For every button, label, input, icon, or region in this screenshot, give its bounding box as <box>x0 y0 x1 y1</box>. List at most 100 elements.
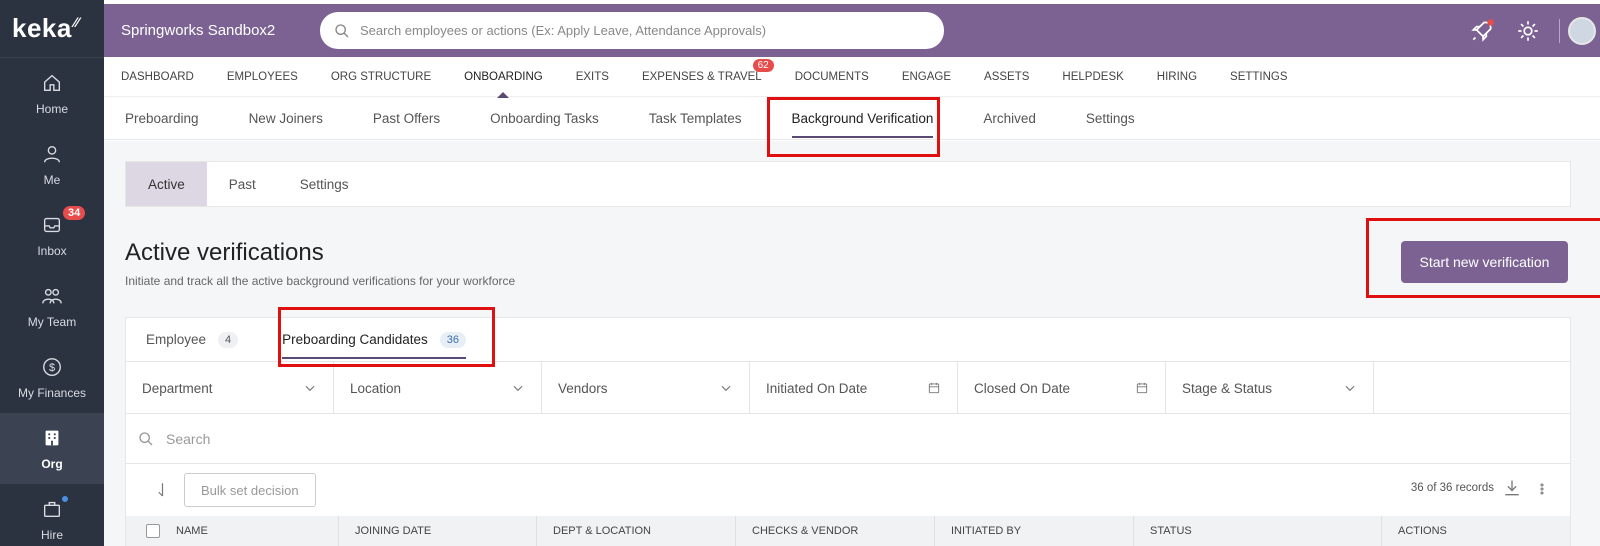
nav-hiring[interactable]: HIRING <box>1157 57 1197 97</box>
column-header-checks-vendor[interactable]: CHECKS & VENDOR <box>736 516 935 546</box>
nav-engage[interactable]: ENGAGE <box>902 57 951 97</box>
sidebar: keka ⁄⁄ Home Me 34 Inbox My Team $ My Fin… <box>0 0 104 546</box>
tab-label: Employee <box>146 332 207 347</box>
main-content: Active Past Settings Active verification… <box>104 141 1600 546</box>
sidebar-item-label: My Team <box>27 314 77 329</box>
sidebar-item-label: Home <box>35 101 68 116</box>
sidebar-item-hire[interactable]: Hire <box>0 484 104 546</box>
tab-past-offers[interactable]: Past Offers <box>373 98 440 140</box>
calendar-icon <box>928 382 940 394</box>
sort-icon[interactable] <box>152 480 170 500</box>
search-icon <box>139 431 153 445</box>
tab-background-verification[interactable]: Background Verification <box>791 98 933 140</box>
initiated-on-date-filter[interactable]: Initiated On Date <box>750 362 958 414</box>
table-header: NAME JOINING DATE DEPT & LOCATION CHECKS… <box>126 516 1570 546</box>
tab-preboarding-candidates[interactable]: Preboarding Candidates 36 <box>282 318 467 361</box>
column-header-initiated-by[interactable]: INITIATED BY <box>935 516 1134 546</box>
global-search-input[interactable]: Search employees or actions (Ex: Apply L… <box>320 12 944 49</box>
avatar[interactable] <box>1568 16 1596 45</box>
verifications-panel: Employee 4 Preboarding Candidates 36 Dep… <box>125 317 1571 546</box>
nav-settings[interactable]: SETTINGS <box>1230 57 1288 97</box>
nav-exits[interactable]: EXITS <box>576 57 609 97</box>
column-header-name[interactable]: NAME <box>176 516 339 546</box>
tab-settings[interactable]: Settings <box>1086 98 1135 140</box>
nav-expenses-travel[interactable]: EXPENSES & TRAVEL 62 <box>642 57 774 97</box>
vendors-filter[interactable]: Vendors <box>542 362 750 414</box>
expenses-badge: 62 <box>752 58 774 72</box>
hire-notification-dot <box>60 494 70 504</box>
tab-past[interactable]: Past <box>207 162 278 206</box>
chevron-down-icon <box>513 385 523 392</box>
org-name[interactable]: Springworks Sandbox2 <box>104 22 320 39</box>
download-icon[interactable] <box>1502 478 1522 498</box>
sidebar-item-org[interactable]: Org <box>0 413 104 484</box>
chevron-down-icon <box>721 385 731 392</box>
filter-label: Closed On Date <box>974 380 1071 396</box>
inbox-icon <box>43 217 61 232</box>
calendar-icon <box>1136 382 1148 394</box>
module-nav: DASHBOARD EMPLOYEES ORG STRUCTURE ONBOAR… <box>104 57 1600 98</box>
records-count: 36 of 36 records <box>1410 482 1494 494</box>
tab-onboarding-tasks[interactable]: Onboarding Tasks <box>490 98 599 140</box>
state-tabs: Active Past Settings <box>125 161 1571 207</box>
filter-label: Department <box>142 380 213 396</box>
top-actions <box>1459 4 1600 57</box>
sidebar-item-my-team[interactable]: My Team <box>0 271 104 342</box>
tab-task-templates[interactable]: Task Templates <box>649 98 742 140</box>
logo-rays-icon: ⁄⁄ <box>73 13 80 30</box>
tab-archived[interactable]: Archived <box>983 98 1036 140</box>
start-new-verification-button[interactable]: Start new verification <box>1401 241 1568 283</box>
chevron-down-icon <box>1345 385 1355 392</box>
search-placeholder: Search employees or actions (Ex: Apply L… <box>360 23 767 38</box>
sidebar-item-label: Inbox <box>37 243 67 258</box>
candidate-search-input[interactable]: Search <box>126 414 1570 464</box>
candidate-type-tabs: Employee 4 Preboarding Candidates 36 <box>126 318 1570 362</box>
sidebar-item-me[interactable]: Me <box>0 129 104 200</box>
inbox-badge: 34 <box>63 206 86 220</box>
tab-active[interactable]: Active <box>126 162 207 206</box>
filter-bar: Department Location Vendors Initiated On… <box>126 362 1570 414</box>
gear-icon[interactable] <box>1515 18 1541 44</box>
department-filter[interactable]: Department <box>126 362 334 414</box>
stage-status-filter[interactable]: Stage & Status <box>1166 362 1374 414</box>
column-header-status[interactable]: STATUS <box>1134 516 1382 546</box>
tab-new-joiners[interactable]: New Joiners <box>249 98 323 140</box>
select-all-checkbox[interactable] <box>146 524 160 538</box>
keka-logo[interactable]: keka ⁄⁄ <box>0 0 104 58</box>
nav-assets[interactable]: ASSETS <box>984 57 1029 97</box>
user-icon <box>43 145 61 162</box>
sidebar-item-label: Hire <box>40 527 63 542</box>
nav-documents[interactable]: DOCUMENTS <box>795 57 869 97</box>
page-subtitle: Initiate and track all the active backgr… <box>125 274 516 288</box>
column-header-joining-date[interactable]: JOINING DATE <box>339 516 537 546</box>
location-filter[interactable]: Location <box>334 362 542 414</box>
closed-on-date-filter[interactable]: Closed On Date <box>958 362 1166 414</box>
sidebar-item-home[interactable]: Home <box>0 58 104 129</box>
tab-preboarding[interactable]: Preboarding <box>125 98 199 140</box>
sub-nav: Preboarding New Joiners Past Offers Onbo… <box>104 98 1600 140</box>
nav-dashboard[interactable]: DASHBOARD <box>121 57 194 97</box>
tab-state-settings[interactable]: Settings <box>278 162 371 206</box>
svg-text:$: $ <box>49 362 55 374</box>
sidebar-item-inbox[interactable]: 34 Inbox <box>0 200 104 271</box>
filter-label: Location <box>350 380 402 396</box>
tab-employee[interactable]: Employee 4 <box>146 318 239 361</box>
team-icon <box>42 288 62 303</box>
more-vertical-icon[interactable] <box>1534 479 1550 499</box>
preboarding-count-badge: 36 <box>439 331 467 348</box>
nav-employees[interactable]: EMPLOYEES <box>227 57 298 97</box>
tab-label: Preboarding Candidates <box>282 332 428 347</box>
logo-text: keka <box>12 13 72 43</box>
column-header-dept-location[interactable]: DEPT & LOCATION <box>537 516 736 546</box>
table-toolbar: Bulk set decision 36 of 36 records <box>126 464 1570 516</box>
top-bar: Springworks Sandbox2 Search employees or… <box>104 4 1600 57</box>
sidebar-item-label: Org <box>41 456 63 471</box>
filter-label: Vendors <box>558 380 608 396</box>
sidebar-item-my-finances[interactable]: $ My Finances <box>0 342 104 413</box>
rocket-icon[interactable] <box>1469 18 1495 44</box>
nav-org-structure[interactable]: ORG STRUCTURE <box>331 57 431 97</box>
bulk-set-decision-button[interactable]: Bulk set decision <box>184 473 316 507</box>
nav-onboarding[interactable]: ONBOARDING <box>464 57 543 98</box>
nav-helpdesk[interactable]: HELPDESK <box>1062 57 1123 97</box>
page-title: Active verifications <box>125 239 324 266</box>
